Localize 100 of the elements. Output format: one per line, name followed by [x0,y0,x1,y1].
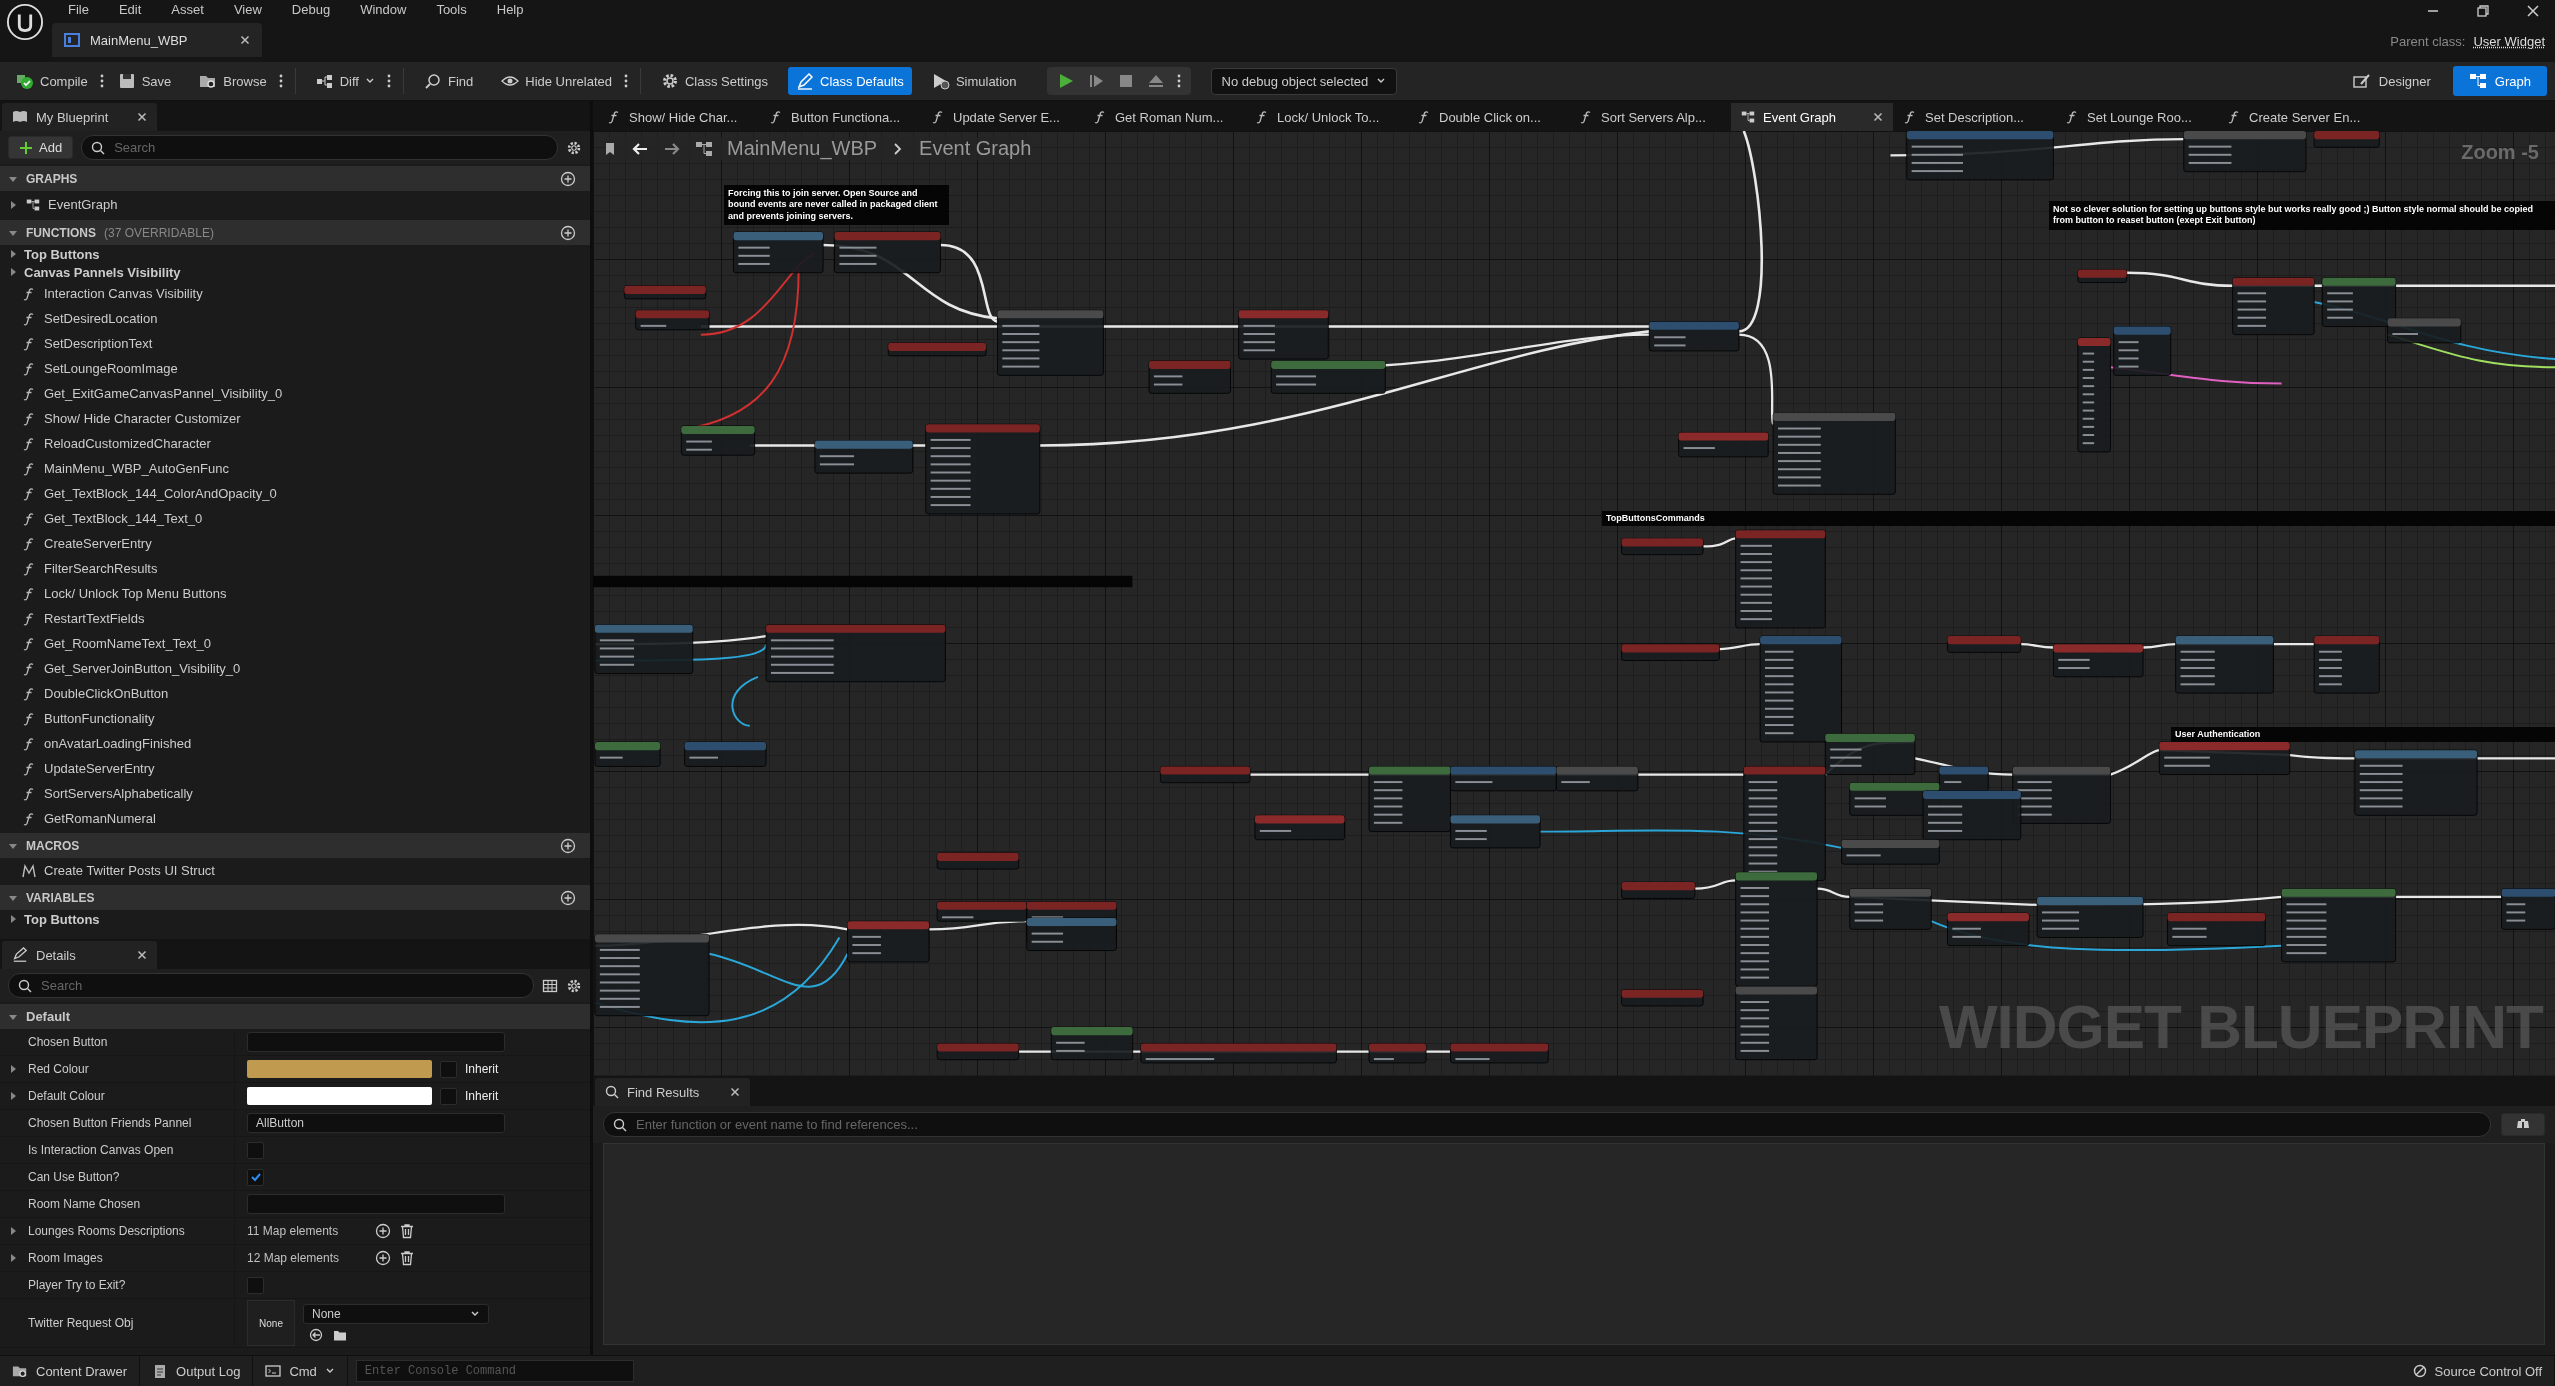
color-swatch[interactable] [247,1087,432,1105]
parent-class-link[interactable]: User Widget [2473,34,2545,49]
checkbox[interactable] [247,1168,264,1186]
graph-tab[interactable]: Update Server E... [921,103,1083,131]
blueprint-list-item[interactable]: onAvatarLoadingFinished [0,731,590,756]
trash-icon[interactable] [399,1250,415,1266]
source-control-button[interactable]: Source Control Off [2400,1356,2555,1386]
checkbox[interactable] [247,1276,264,1294]
asset-tab[interactable]: MainMenu_WBP [52,23,262,57]
debug-object-dropdown[interactable]: No debug object selected [1210,67,1398,95]
blueprint-list-item[interactable]: Create Twitter Posts UI Struct [0,858,590,883]
search-field[interactable]: Enter function or event name to find references... [603,1112,2491,1137]
search-field[interactable]: Search [8,973,534,998]
bookmark-icon[interactable] [603,141,617,156]
restore-icon[interactable] [2475,3,2491,19]
close-icon[interactable] [2525,3,2541,19]
trash-icon[interactable] [399,1223,415,1239]
toolbar-button[interactable]: Class Defaults [788,67,912,95]
use-selected-arrow-icon[interactable] [309,1328,323,1342]
inherit-checkbox[interactable] [440,1060,457,1078]
blueprint-list-item[interactable]: DoubleClickOnButton [0,681,590,706]
text-field[interactable] [247,1032,505,1052]
add-circle-icon[interactable] [560,170,576,187]
graph-tab[interactable]: Sort Servers Alp... [1569,103,1731,131]
add-circle-icon[interactable] [560,224,576,241]
graph-tab[interactable]: Lock/ Unlock To... [1245,103,1407,131]
blueprint-list-item[interactable]: EventGraph [0,191,590,218]
blueprint-list-item[interactable]: Top Buttons [0,910,590,928]
blueprint-list-item[interactable]: Top Buttons [0,245,590,263]
blueprint-list-item[interactable]: Get_TextBlock_144_ColorAndOpacity_0 [0,481,590,506]
graph-tab[interactable]: Button Functiona... [759,103,921,131]
add-circle-icon[interactable] [375,1223,391,1239]
graph-tab[interactable]: Set Description... [1893,103,2055,131]
mode-button[interactable]: Designer [2336,66,2447,96]
graph-tab[interactable]: Create Server En... [2217,103,2379,131]
more-options-icon[interactable] [99,73,104,89]
search-field[interactable]: Search [81,135,558,160]
inherit-checkbox[interactable] [440,1087,457,1105]
section-header[interactable]: MACROS [0,833,590,858]
browse-folder-icon[interactable] [333,1328,347,1342]
close-icon[interactable] [137,950,147,960]
add-button[interactable]: Add [8,136,74,159]
menu-item[interactable]: Debug [291,1,331,17]
color-swatch[interactable] [247,1060,432,1078]
expand-triangle-icon[interactable] [8,1091,18,1101]
menu-item[interactable]: Help [496,1,524,17]
engine-logo-icon[interactable] [6,3,44,41]
blueprint-list-item[interactable]: SortServersAlphabetically [0,781,590,806]
more-options-icon[interactable] [386,73,391,89]
blueprint-list-item[interactable]: Get_RoomNameText_Text_0 [0,631,590,656]
toolbar-button[interactable]: Browse [191,67,275,95]
console-command-field[interactable]: Enter Console Command [355,1360,634,1382]
blueprint-list-item[interactable]: UpdateServerEntry [0,756,590,781]
menu-item[interactable]: Asset [171,1,204,17]
graph-tab[interactable]: Event Graph [1731,103,1893,131]
add-circle-icon[interactable] [560,837,576,854]
close-icon[interactable] [1873,112,1883,122]
blueprint-list-item[interactable]: ReloadCustomizedCharacter [0,431,590,456]
graph-tab[interactable]: Double Click on... [1407,103,1569,131]
more-options-icon[interactable] [1176,73,1181,89]
menu-item[interactable]: Tools [436,1,467,17]
blueprint-list-item[interactable]: RestartTextFields [0,606,590,631]
blueprint-list-item[interactable]: CreateServerEntry [0,531,590,556]
menu-item[interactable]: File [68,1,89,17]
section-header[interactable]: Default [0,1004,590,1029]
close-icon[interactable] [240,35,250,45]
output-log-button[interactable]: Output Log [140,1356,254,1386]
graph-tab[interactable]: Get Roman Num... [1083,103,1245,131]
section-header[interactable]: FUNCTIONS (37 OVERRIDABLE) [0,220,590,245]
toolbar-button[interactable]: Find [415,67,482,95]
toolbar-button[interactable]: Diff [307,67,383,95]
close-icon[interactable] [137,112,147,122]
toolbar-button[interactable]: Simulation [923,67,1025,95]
more-options-icon[interactable] [623,73,628,89]
breadcrumb-item[interactable]: Event Graph [919,137,1032,160]
expand-triangle-icon[interactable] [8,1226,18,1236]
blueprint-list-item[interactable]: MainMenu_WBP_AutoGenFunc [0,456,590,481]
object-dropdown[interactable]: None [303,1304,489,1324]
find-button[interactable] [2501,1113,2545,1136]
blueprint-list-item[interactable]: Interaction Canvas Visibility [0,281,590,306]
content-drawer-button[interactable]: Content Drawer [0,1356,141,1386]
table-view-icon[interactable] [542,977,558,994]
blueprint-list-item[interactable]: FilterSearchResults [0,556,590,581]
graph-tab[interactable]: Show/ Hide Char... [597,103,759,131]
my-blueprint-tab[interactable]: My Blueprint [2,103,157,131]
menu-item[interactable]: View [233,1,262,17]
add-circle-icon[interactable] [560,889,576,906]
add-circle-icon[interactable] [375,1250,391,1266]
graph-tab[interactable]: Set Lounge Roo... [2055,103,2217,131]
close-icon[interactable] [730,1087,740,1097]
text-field[interactable] [247,1194,505,1214]
toolbar-button[interactable]: Hide Unrelated [493,67,620,95]
find-results-tab[interactable]: Find Results [595,1078,750,1106]
settings-icon[interactable] [566,977,582,994]
blueprint-list-item[interactable]: GetRomanNumeral [0,806,590,831]
blueprint-list-item[interactable]: Lock/ Unlock Top Menu Buttons [0,581,590,606]
cmd-dropdown[interactable]: Cmd [253,1356,348,1386]
expand-triangle-icon[interactable] [8,1253,18,1263]
more-options-icon[interactable] [278,73,283,89]
blueprint-list-item[interactable]: SetLoungeRoomImage [0,356,590,381]
